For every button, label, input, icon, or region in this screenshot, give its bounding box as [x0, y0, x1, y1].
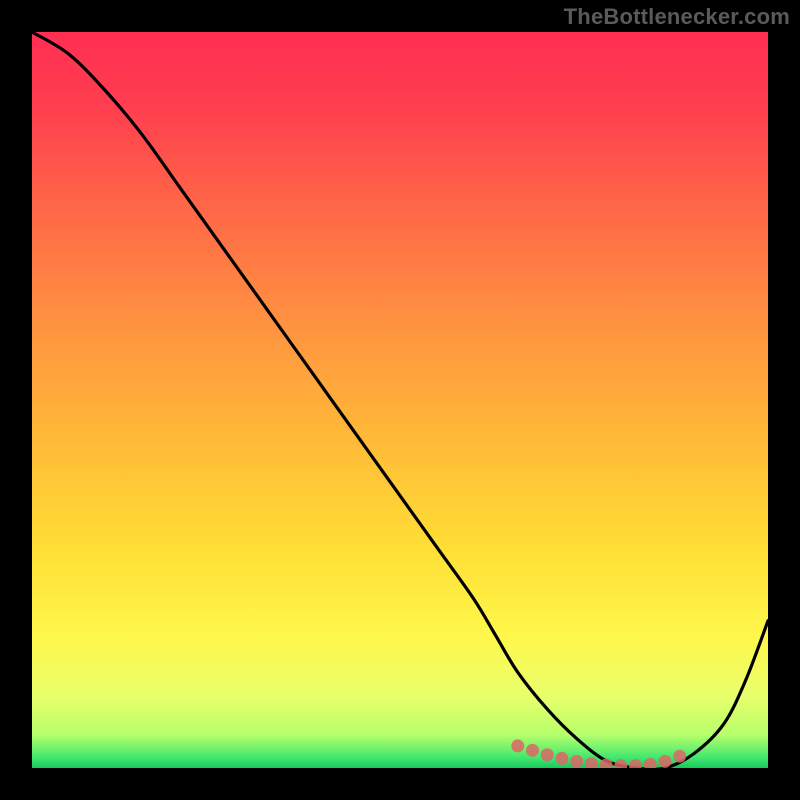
marker-dot	[570, 755, 583, 768]
marker-dot	[658, 755, 671, 768]
marker-dot	[673, 750, 686, 763]
marker-dot	[541, 748, 554, 761]
bottleneck-chart	[32, 32, 768, 768]
marker-dot	[555, 752, 568, 765]
chart-frame	[32, 32, 768, 768]
attribution-text: TheBottlenecker.com	[564, 4, 790, 30]
marker-dot	[526, 744, 539, 757]
gradient-background	[32, 32, 768, 768]
marker-dot	[511, 739, 524, 752]
